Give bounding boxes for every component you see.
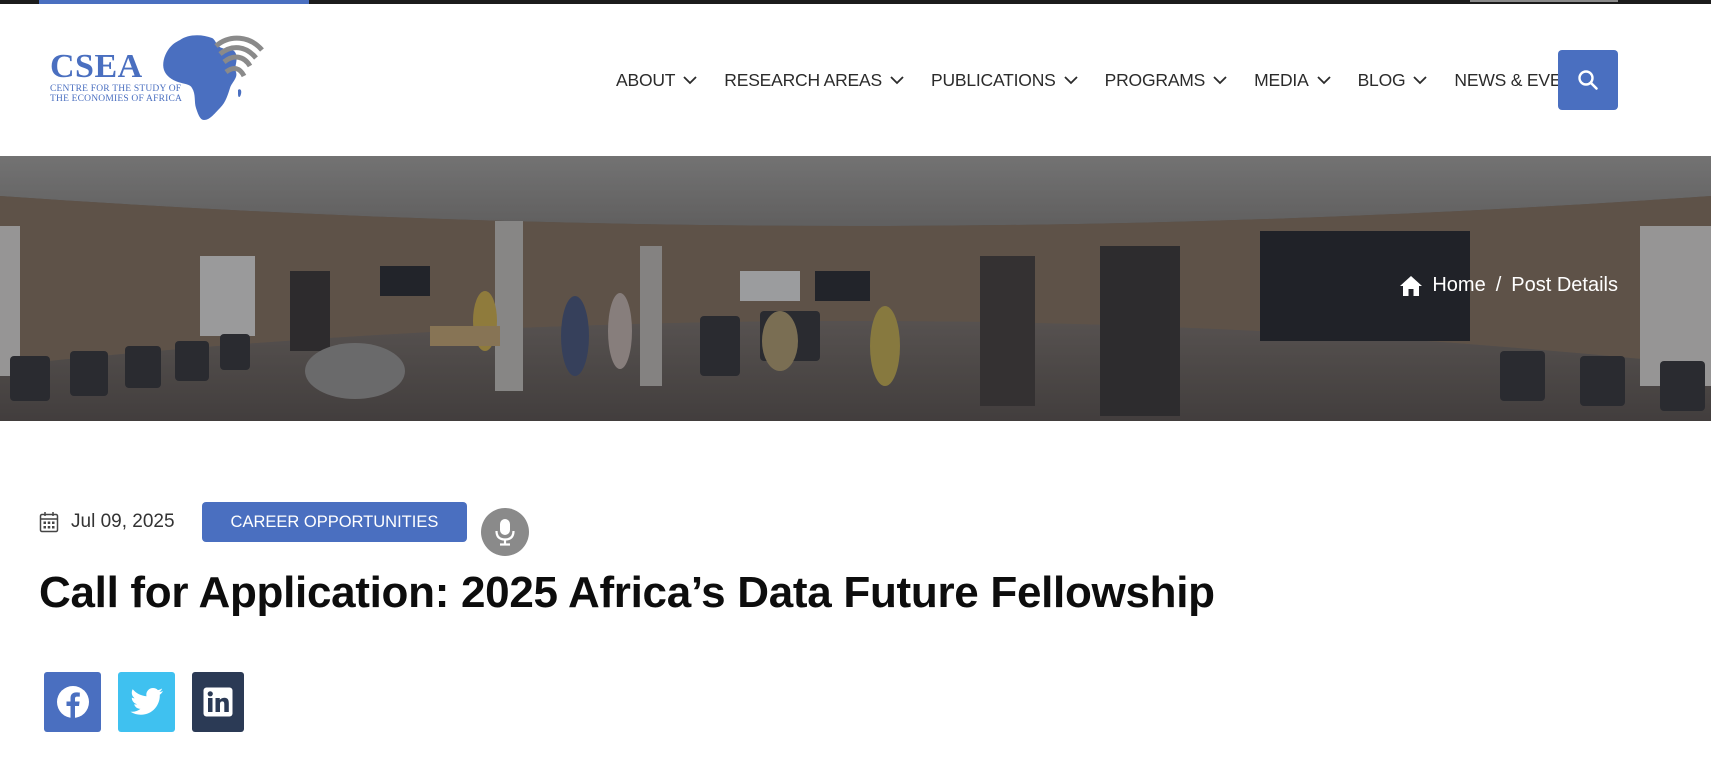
post-title: Call for Application: 2025 Africa’s Data… — [39, 568, 1215, 617]
post-meta: Jul 09, 2025 CAREER OPPORTUNITIES — [39, 502, 468, 542]
nav-item-label: RESEARCH AREAS — [724, 69, 882, 90]
breadcrumb-home-link[interactable]: Home — [1432, 274, 1485, 297]
facebook-icon — [56, 686, 89, 718]
nav-item-about[interactable]: ABOUT — [616, 60, 698, 100]
chevron-down-icon — [890, 76, 904, 85]
chevron-down-icon — [1413, 76, 1428, 85]
nav-item-blog[interactable]: BLOG — [1358, 60, 1429, 100]
microphone-icon — [495, 519, 515, 546]
nav-item-label: BLOG — [1357, 69, 1406, 90]
share-twitter-button[interactable] — [118, 672, 175, 732]
search-icon — [1578, 70, 1598, 90]
post-date: Jul 09, 2025 — [71, 511, 175, 532]
search-button[interactable] — [1558, 50, 1618, 110]
chevron-down-icon — [1213, 76, 1227, 85]
main-navigation: ABOUT RESEARCH AREAS PUBLICATIONS PROGRA… — [616, 4, 1645, 156]
share-facebook-button[interactable] — [44, 672, 101, 732]
site-logo[interactable]: CSEA CENTRE FOR THE STUDY OF THE ECONOMI… — [50, 32, 265, 127]
chevron-down-icon — [1064, 76, 1078, 85]
home-icon — [1400, 275, 1423, 296]
chevron-down-icon — [1316, 76, 1331, 85]
top-accent-right — [1470, 0, 1618, 2]
category-badge[interactable]: CAREER OPPORTUNITIES — [201, 502, 468, 542]
share-linkedin-button[interactable] — [192, 672, 244, 732]
chevron-down-icon — [683, 76, 697, 85]
hero-banner: Home / Post Details — [0, 156, 1711, 421]
twitter-icon — [130, 688, 163, 715]
nav-item-label: ABOUT — [616, 69, 676, 90]
listen-audio-button[interactable] — [481, 508, 529, 556]
linkedin-icon — [203, 687, 233, 717]
nav-item-research-areas[interactable]: RESEARCH AREAS — [724, 60, 905, 100]
breadcrumb-separator: / — [1495, 274, 1502, 296]
nav-item-label: MEDIA — [1254, 69, 1309, 90]
breadcrumb: Home / Post Details — [1399, 274, 1618, 297]
nav-item-programs[interactable]: PROGRAMS — [1105, 60, 1229, 100]
site-header: CSEA CENTRE FOR THE STUDY OF THE ECONOMI… — [0, 4, 1711, 156]
calendar-icon — [39, 512, 59, 533]
africa-map-icon — [163, 35, 264, 120]
nav-item-publications[interactable]: PUBLICATIONS — [931, 60, 1079, 100]
share-buttons — [44, 672, 261, 732]
breadcrumb-current: Post Details — [1511, 274, 1618, 296]
nav-item-label: PROGRAMS — [1104, 69, 1206, 90]
nav-item-media[interactable]: MEDIA — [1254, 60, 1331, 100]
nav-item-label: PUBLICATIONS — [930, 69, 1056, 90]
